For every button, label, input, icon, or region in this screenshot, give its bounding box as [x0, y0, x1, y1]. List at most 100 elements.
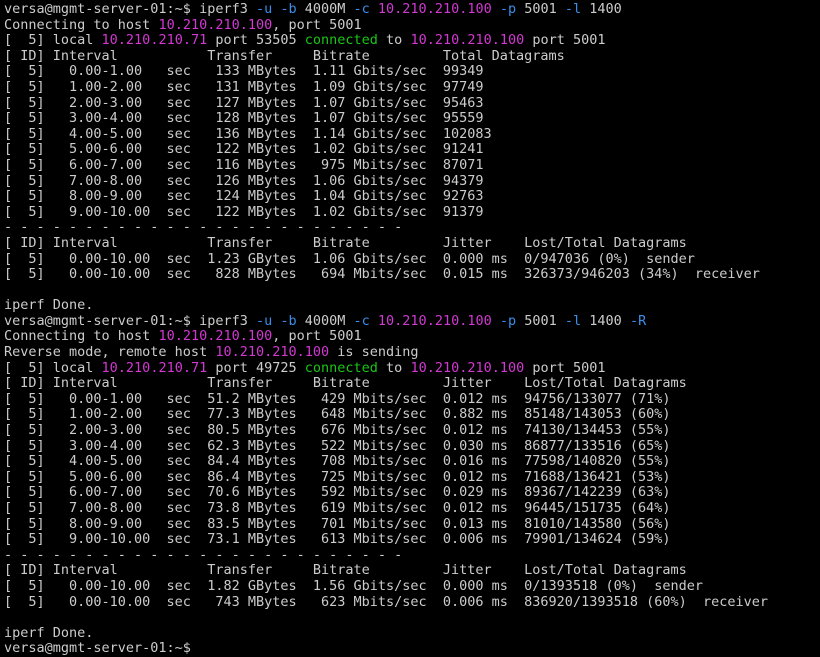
terminal-output: versa@mgmt-server-01:~$ iperf3 -u -b 400…	[4, 1, 769, 657]
terminal-line: [ 5] 6.00-7.00 sec 116 MBytes 975 Mbits/…	[4, 156, 768, 174]
terminal-line: Reverse mode, remote host 10.210.210.100…	[4, 344, 768, 361]
terminal-text-segment: -p	[499, 1, 517, 17]
terminal-line: [ 5] 0.00-10.00 sec 828 MBytes 694 Mbits…	[4, 266, 768, 283]
terminal-text-segment: connected	[304, 359, 378, 376]
terminal-text-segment: [ 5] 0.00-10.00 sec 743 MBytes 623 Mbits…	[4, 593, 769, 610]
terminal-text-segment: 1400	[581, 312, 630, 329]
terminal-text-segment: to	[377, 32, 411, 49]
terminal-text-segment: 10.210.210.100	[377, 1, 492, 17]
terminal-text-segment: 10.210.210.71	[101, 32, 208, 49]
terminal-text-segment: 10.210.210.100	[410, 32, 525, 49]
terminal-text-segment: [ 5] 7.00-8.00 sec 73.8 MBytes 619 Mbits…	[4, 500, 671, 516]
terminal-text-segment: 5001	[516, 1, 565, 17]
terminal-text-segment: 10.210.210.100	[158, 16, 273, 33]
terminal-line: Connecting to host 10.210.210.100, port …	[4, 329, 768, 345]
terminal-text-segment: port 5001	[524, 32, 606, 49]
terminal-text-segment: versa@mgmt-server-01:~$	[4, 640, 200, 657]
terminal-text-segment: [ ID] Interval Transfer Bitrate Jitter L…	[4, 562, 687, 579]
terminal-text-segment: [ ID] Interval Transfer Bitrate Jitter L…	[4, 375, 687, 392]
terminal-text-segment: Reverse mode, remote host	[4, 344, 216, 361]
terminal-text-segment: iperf Done.	[4, 624, 94, 641]
terminal-text-segment: 10.210.210.100	[377, 312, 492, 329]
terminal-text-segment: -R	[629, 312, 647, 329]
terminal-line: - - - - - - - - - - - - - - - - - - - - …	[4, 546, 768, 564]
terminal-text-segment: [ 5] 6.00-7.00 sec 116 MBytes 975 Mbits/…	[4, 156, 484, 173]
terminal-line: [ 5] 9.00-10.00 sec 122 MBytes 1.02 Gbit…	[4, 203, 768, 221]
terminal-text-segment: [ 5] 8.00-9.00 sec 124 MBytes 1.04 Gbits…	[4, 188, 484, 205]
terminal-window[interactable]: versa@mgmt-server-01:~$ iperf3 -u -b 400…	[0, 0, 820, 657]
terminal-text-segment: [ 5] 3.00-4.00 sec 62.3 MBytes 522 Mbits…	[4, 437, 671, 454]
terminal-text-segment: [ 5] 0.00-1.00 sec 51.2 MBytes 429 Mbits…	[4, 390, 671, 407]
terminal-line: [ 5] 5.00-6.00 sec 86.4 MBytes 725 Mbits…	[4, 468, 768, 486]
terminal-text-segment: port 53505	[207, 32, 305, 49]
terminal-text-segment: 10.210.210.100	[215, 344, 330, 361]
terminal-line: [ 5] 9.00-10.00 sec 73.1 MBytes 613 Mbit…	[4, 531, 768, 548]
terminal-line: [ 5] 8.00-9.00 sec 83.5 MBytes 701 Mbits…	[4, 515, 768, 533]
terminal-text-segment: 1400	[581, 1, 622, 17]
terminal-line: [ 5] 0.00-10.00 sec 743 MBytes 623 Mbits…	[4, 593, 769, 611]
terminal-text-segment: [ 5] local	[4, 32, 102, 49]
terminal-line: [ 5] 0.00-10.00 sec 1.82 GBytes 1.56 Gbi…	[4, 577, 768, 595]
terminal-text-segment: [ 5] 9.00-10.00 sec 122 MBytes 1.02 Gbit…	[4, 203, 484, 220]
terminal-text-segment: [ 5] 1.00-2.00 sec 77.3 MBytes 648 Mbits…	[4, 406, 671, 423]
terminal-line: [ 5] 0.00-1.00 sec 133 MBytes 1.11 Gbits…	[4, 64, 768, 80]
terminal-text-segment: - - - - - - - - - - - - - - - - - - - - …	[4, 546, 403, 563]
terminal-text-segment: [ ID] Interval Transfer Bitrate Jitter L…	[4, 234, 687, 251]
terminal-text-segment: - - - - - - - - - - - - - - - - - - - - …	[4, 219, 403, 236]
terminal-line: [ 5] 3.00-4.00 sec 128 MBytes 1.07 Gbits…	[4, 110, 768, 127]
terminal-text-segment: -u -b	[255, 312, 297, 329]
terminal-text-segment: 10.210.210.100	[410, 359, 525, 376]
terminal-line: versa@mgmt-server-01:~$ iperf3 -u -b 400…	[4, 1, 768, 18]
terminal-text-segment: connected	[304, 32, 378, 49]
terminal-line: iperf Done.	[4, 297, 768, 314]
terminal-text-segment: is sending	[329, 344, 419, 361]
terminal-text-segment: [ 5] 8.00-9.00 sec 83.5 MBytes 701 Mbits…	[4, 515, 671, 532]
terminal-line: [ 5] 6.00-7.00 sec 70.6 MBytes 592 Mbits…	[4, 485, 768, 501]
terminal-text-segment: -u -b	[255, 1, 297, 17]
terminal-line: [ 5] 2.00-3.00 sec 80.5 MBytes 676 Mbits…	[4, 422, 768, 439]
terminal-text-segment: port 5001	[524, 359, 606, 376]
terminal-text-segment: to	[377, 359, 411, 376]
terminal-line: [ 5] 1.00-2.00 sec 131 MBytes 1.09 Gbits…	[4, 78, 768, 96]
terminal-line: [ 5] 0.00-10.00 sec 1.23 GBytes 1.06 Gbi…	[4, 250, 768, 268]
terminal-text-segment: [ 5] 0.00-10.00 sec 1.23 GBytes 1.06 Gbi…	[4, 250, 695, 267]
terminal-line: [ 5] 7.00-8.00 sec 73.8 MBytes 619 Mbits…	[4, 500, 768, 517]
terminal-text-segment: [ 5] 2.00-3.00 sec 80.5 MBytes 676 Mbits…	[4, 422, 671, 439]
terminal-text-segment: [ 5] 0.00-10.00 sec 1.82 GBytes 1.56 Gbi…	[4, 577, 703, 594]
terminal-text-segment: [ 5] 4.00-5.00 sec 84.4 MBytes 708 Mbits…	[4, 453, 671, 470]
terminal-text-segment: -l	[564, 312, 582, 329]
terminal-line: [ 5] 7.00-8.00 sec 126 MBytes 1.06 Gbits…	[4, 172, 768, 190]
terminal-text-segment: -c	[353, 312, 370, 329]
terminal-line: [ 5] 4.00-5.00 sec 84.4 MBytes 708 Mbits…	[4, 453, 768, 470]
terminal-text-segment: [ 5] 0.00-1.00 sec 133 MBytes 1.11 Gbits…	[4, 63, 484, 80]
terminal-text-segment: [ 5] 1.00-2.00 sec 131 MBytes 1.09 Gbits…	[4, 78, 484, 95]
terminal-text-segment: [ 5] 7.00-8.00 sec 126 MBytes 1.06 Gbits…	[4, 172, 484, 189]
terminal-line: [ 5] 3.00-4.00 sec 62.3 MBytes 522 Mbits…	[4, 437, 768, 455]
terminal-line: [ ID] Interval Transfer Bitrate Jitter L…	[4, 234, 768, 252]
terminal-line: [ 5] 0.00-1.00 sec 51.2 MBytes 429 Mbits…	[4, 390, 768, 408]
terminal-text-segment: , port 5001	[272, 16, 362, 33]
terminal-text-segment: Connecting to host	[4, 328, 159, 345]
terminal-line: [ 5] 1.00-2.00 sec 77.3 MBytes 648 Mbits…	[4, 407, 768, 423]
terminal-line: [ 5] 8.00-9.00 sec 124 MBytes 1.04 Gbits…	[4, 188, 768, 205]
terminal-text-segment: [ 5] 5.00-6.00 sec 86.4 MBytes 725 Mbits…	[4, 468, 671, 485]
terminal-text-segment: 5001	[516, 312, 565, 329]
terminal-line: [ 5] local 10.210.210.71 port 49725 conn…	[4, 359, 768, 377]
terminal-text-segment: [ 5] 0.00-10.00 sec 828 MBytes 694 Mbits…	[4, 266, 760, 283]
terminal-text-segment: [ 5] 3.00-4.00 sec 128 MBytes 1.07 Gbits…	[4, 110, 484, 127]
terminal-text-segment: [ 5] 9.00-10.00 sec 73.1 MBytes 613 Mbit…	[4, 531, 671, 548]
terminal-line: [ 5] 5.00-6.00 sec 122 MBytes 1.02 Gbits…	[4, 142, 768, 158]
terminal-text-segment: 10.210.210.71	[101, 359, 208, 376]
terminal-text-segment: , port 5001	[272, 328, 362, 345]
terminal-line: [ 5] 4.00-5.00 sec 136 MBytes 1.14 Gbits…	[4, 126, 768, 143]
terminal-line: versa@mgmt-server-01:~$ iperf3 -u -b 400…	[4, 312, 768, 330]
terminal-line: [ ID] Interval Transfer Bitrate Total Da…	[4, 48, 768, 65]
terminal-text-segment: port 49725	[207, 359, 305, 376]
terminal-text-segment: 4000M	[296, 1, 354, 17]
